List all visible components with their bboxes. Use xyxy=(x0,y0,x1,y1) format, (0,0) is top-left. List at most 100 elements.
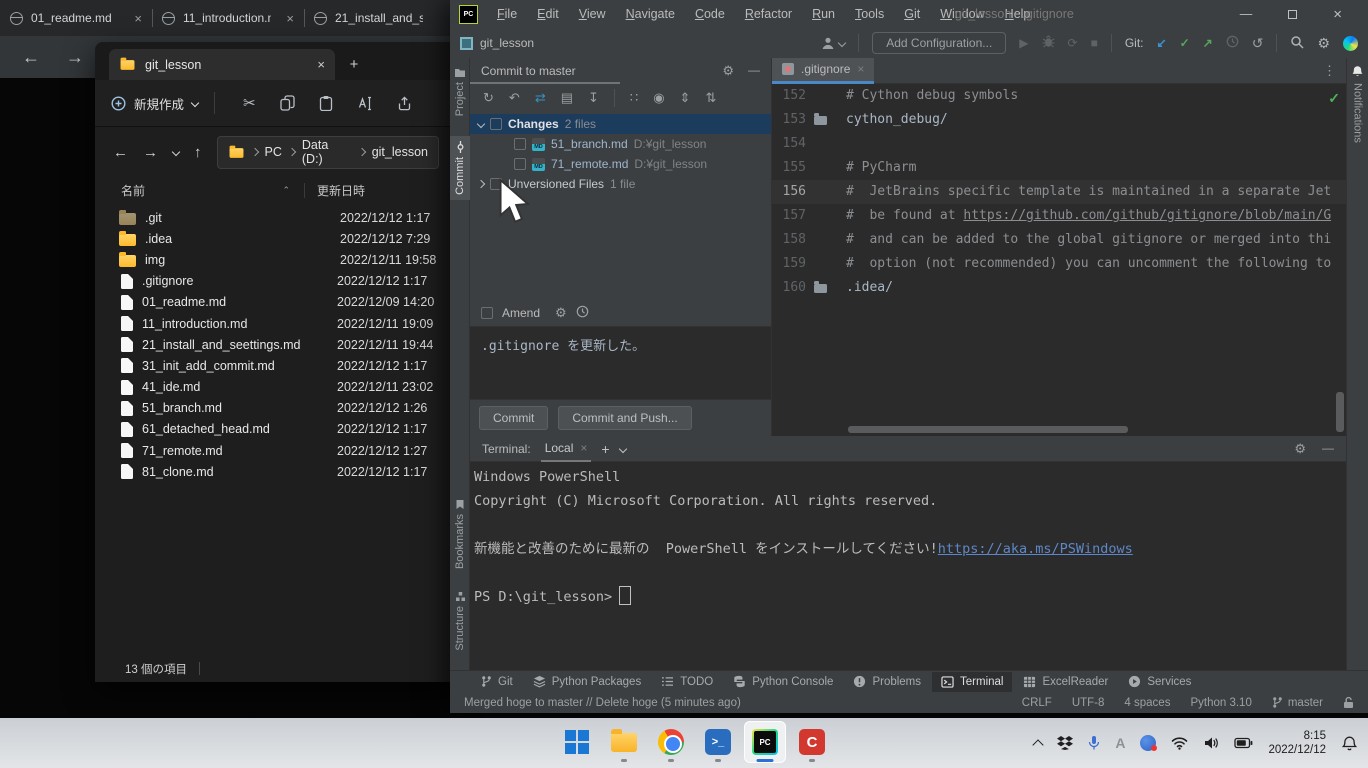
checkbox[interactable] xyxy=(514,138,526,150)
git-status-message[interactable]: Merged hoge to master // Delete hoge (5 … xyxy=(464,697,741,709)
menu-code[interactable]: Code xyxy=(685,7,735,21)
history-clock-icon[interactable] xyxy=(576,305,589,321)
file-row[interactable]: 21_install_and_seettings.md2022/12/11 19… xyxy=(95,334,457,355)
settings-gear-icon[interactable]: ⚙ xyxy=(1294,441,1306,457)
breadcrumb-segment[interactable]: Data (D:) xyxy=(302,138,352,166)
chevron-down-icon[interactable] xyxy=(477,120,485,128)
chevron-down-icon[interactable] xyxy=(172,148,180,156)
tray-overflow-icon[interactable] xyxy=(1033,739,1044,750)
menu-view[interactable]: View xyxy=(569,7,616,21)
close-icon[interactable]: × xyxy=(857,62,864,76)
hide-icon[interactable]: — xyxy=(1322,441,1334,457)
settings-gear-icon[interactable]: ⚙ xyxy=(1317,35,1330,52)
commit-message-field[interactable]: .gitignore を更新した。 xyxy=(470,326,771,400)
checkbox[interactable] xyxy=(490,118,502,130)
search-icon[interactable] xyxy=(1290,35,1304,52)
collapse-all-icon[interactable]: ⇅ xyxy=(705,90,716,106)
project-widget[interactable]: git_lesson xyxy=(460,36,534,50)
menu-tools[interactable]: Tools xyxy=(845,7,894,21)
file-row[interactable]: .git2022/12/12 1:17 xyxy=(95,207,457,228)
toolwindow-problems[interactable]: Problems xyxy=(844,672,930,692)
new-session-icon[interactable]: + xyxy=(601,441,609,457)
back-icon[interactable]: ← xyxy=(22,47,40,68)
breadcrumb-segment[interactable]: PC xyxy=(265,145,282,159)
menu-git[interactable]: Git xyxy=(894,7,930,21)
toolwindow-bookmarks[interactable]: Bookmarks xyxy=(450,494,470,574)
close-icon[interactable]: × xyxy=(580,441,587,455)
run-icon[interactable]: ▶ xyxy=(1019,36,1028,50)
toolwindow-project[interactable]: Project xyxy=(450,62,470,121)
forward-icon[interactable]: → xyxy=(66,47,84,68)
commit-button[interactable]: Commit xyxy=(479,406,548,430)
file-row[interactable]: 61_detached_head.md2022/12/12 1:17 xyxy=(95,419,457,440)
taskbar-powershell[interactable]: >_ xyxy=(697,721,739,763)
toolwindow-services[interactable]: Services xyxy=(1119,672,1200,692)
share-icon[interactable] xyxy=(397,96,412,111)
column-header-date[interactable]: 更新日時 xyxy=(317,182,365,199)
editor-body[interactable]: 152# Cython debug symbols 153cython_debu… xyxy=(772,84,1346,300)
file-row[interactable]: 31_init_add_commit.md2022/12/12 1:17 xyxy=(95,355,457,376)
battery-icon[interactable] xyxy=(1234,737,1253,749)
breadcrumb-segment[interactable]: git_lesson xyxy=(372,145,428,159)
file-row[interactable]: .gitignore2022/12/12 1:17 xyxy=(95,271,457,292)
start-button[interactable] xyxy=(556,721,598,763)
file-row[interactable]: 11_introduction.md2022/12/11 19:09 xyxy=(95,313,457,334)
paste-icon[interactable] xyxy=(319,95,333,111)
chevron-right-icon[interactable] xyxy=(477,180,485,188)
branch-widget[interactable]: master xyxy=(1272,696,1323,709)
minimize-icon[interactable]: — xyxy=(1240,7,1253,21)
toolwindow-terminal[interactable]: Terminal xyxy=(932,672,1012,692)
menu-edit[interactable]: Edit xyxy=(527,7,569,21)
editor-tab-gitignore[interactable]: .gitignore × xyxy=(772,58,874,84)
encoding-widget[interactable]: UTF-8 xyxy=(1072,697,1105,709)
amend-checkbox[interactable] xyxy=(481,307,493,319)
file-row[interactable]: img2022/12/11 19:58 xyxy=(95,249,457,270)
changed-file-row[interactable]: 71_remote.md D:¥git_lesson xyxy=(470,154,771,174)
forward-icon[interactable]: → xyxy=(143,144,158,161)
column-divider[interactable] xyxy=(304,183,305,198)
checkbox[interactable] xyxy=(514,158,526,170)
file-row[interactable]: .idea2022/12/12 7:29 xyxy=(95,228,457,249)
shelve-icon[interactable]: ↧ xyxy=(588,90,599,106)
group-by-icon[interactable]: ∷ xyxy=(630,90,638,106)
file-row[interactable]: 51_branch.md2022/12/12 1:26 xyxy=(95,398,457,419)
taskbar-camtasia[interactable]: C xyxy=(791,721,833,763)
ime-indicator[interactable]: A xyxy=(1115,735,1125,751)
preview-diff-icon[interactable]: ◉ xyxy=(653,90,664,106)
history-clock-icon[interactable] xyxy=(1226,35,1239,51)
file-row[interactable]: 41_ide.md2022/12/11 23:02 xyxy=(95,377,457,398)
browser-tab[interactable]: 11_introduction.n × xyxy=(152,0,304,36)
debug-icon[interactable] xyxy=(1042,35,1055,51)
vertical-scrollbar[interactable] xyxy=(1336,392,1344,432)
notification-bell-icon[interactable] xyxy=(1341,735,1358,752)
toolwindow-structure[interactable]: Structure xyxy=(450,586,470,656)
commit-and-push-button[interactable]: Commit and Push... xyxy=(558,406,691,430)
back-icon[interactable]: ← xyxy=(113,144,128,161)
file-row[interactable]: 01_readme.md2022/12/09 14:20 xyxy=(95,292,457,313)
changed-file-row[interactable]: 51_branch.md D:¥git_lesson xyxy=(470,134,771,154)
git-commit-check-icon[interactable]: ✓ xyxy=(1180,36,1190,50)
terminal-output[interactable]: Windows PowerShell Copyright (C) Microso… xyxy=(470,462,1346,609)
column-header-name[interactable]: 名前 xyxy=(121,182,145,199)
microphone-icon[interactable] xyxy=(1088,735,1100,751)
git-update-icon[interactable]: ↙ xyxy=(1157,36,1167,50)
menu-refactor[interactable]: Refactor xyxy=(735,7,802,21)
indent-widget[interactable]: 4 spaces xyxy=(1124,697,1170,709)
copy-icon[interactable] xyxy=(280,95,295,111)
terminal-tab-local[interactable]: Local × xyxy=(541,436,592,462)
tray-app-icon[interactable] xyxy=(1140,735,1156,751)
gitignore-template-link[interactable]: https://github.com/github/gitignore/blob… xyxy=(963,208,1331,223)
show-diff-icon[interactable]: ⇄ xyxy=(535,90,546,106)
taskbar-chrome[interactable] xyxy=(650,721,692,763)
toolwindow-notifications[interactable]: Notifications xyxy=(1347,58,1368,143)
browser-tab[interactable]: 01_readme.md × xyxy=(0,0,152,36)
close-icon[interactable]: × xyxy=(134,11,142,26)
line-ending-widget[interactable]: CRLF xyxy=(1022,697,1052,709)
taskbar-clock[interactable]: 8:15 2022/12/12 xyxy=(1268,729,1326,757)
rename-icon[interactable] xyxy=(357,96,373,111)
close-icon[interactable]: × xyxy=(317,57,325,72)
toolwindow-git[interactable]: Git xyxy=(472,672,522,692)
cut-icon[interactable]: ✂ xyxy=(243,94,256,112)
rollback-icon[interactable]: ↺ xyxy=(1252,35,1264,52)
taskbar-explorer[interactable] xyxy=(603,721,645,763)
